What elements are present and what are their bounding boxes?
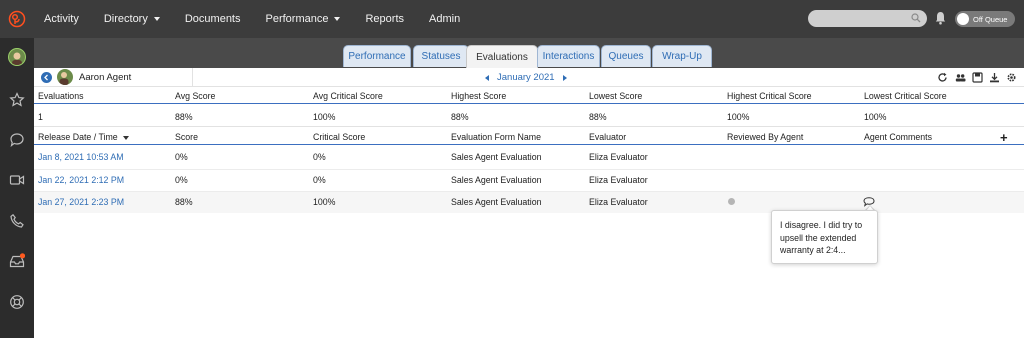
settings-icon[interactable]	[1006, 72, 1017, 83]
summary-value-highest-critical-score: 100%	[727, 112, 750, 122]
tab-statuses[interactable]: Statuses	[413, 45, 469, 67]
refresh-icon[interactable]	[937, 72, 948, 83]
nav-reports[interactable]: Reports	[365, 13, 404, 25]
summary-header-lowest-critical-score[interactable]: Lowest Critical Score	[864, 91, 947, 101]
nav-documents[interactable]: Documents	[185, 13, 241, 25]
agent-comment-tooltip: I disagree. I did try to upsell the exte…	[771, 210, 878, 264]
column-header-form-name[interactable]: Evaluation Form Name	[451, 132, 541, 142]
summary-value-highest-score: 88%	[451, 112, 469, 122]
next-month-icon[interactable]	[562, 74, 567, 81]
score-cell: 0%	[175, 175, 188, 185]
queue-status-toggle[interactable]: Off Queue	[955, 11, 1015, 27]
agent-name: Aaron Agent	[79, 72, 132, 83]
tab-performance[interactable]: Performance	[343, 45, 411, 67]
form-name-cell: Sales Agent Evaluation	[451, 175, 542, 185]
evaluator-cell: Eliza Evaluator	[589, 197, 648, 207]
summary-value-lowest-score: 88%	[589, 112, 607, 122]
back-icon[interactable]	[41, 72, 52, 83]
previous-month-icon[interactable]	[485, 74, 489, 81]
tab-interactions[interactable]: Interactions	[537, 45, 600, 67]
inbox-icon[interactable]	[9, 253, 25, 269]
nav-activity[interactable]: Activity	[44, 13, 79, 25]
summary-header-avg-critical-score[interactable]: Avg Critical Score	[313, 91, 383, 101]
column-header-agent-comments[interactable]: Agent Comments	[864, 132, 932, 142]
notification-bell-icon[interactable]	[935, 11, 946, 25]
form-name-cell: Sales Agent Evaluation	[451, 197, 542, 207]
column-header-evaluator[interactable]: Evaluator	[589, 132, 626, 142]
queue-status-label: Off Queue	[973, 14, 1008, 24]
month-navigator: January 2021	[485, 72, 567, 83]
month-label[interactable]: January 2021	[497, 72, 555, 83]
nav-admin[interactable]: Admin	[429, 13, 460, 25]
summary-header-avg-score[interactable]: Avg Score	[175, 91, 215, 101]
column-header-reviewed-by-agent[interactable]: Reviewed By Agent	[727, 132, 803, 142]
summary-header-lowest-score[interactable]: Lowest Score	[589, 91, 642, 101]
score-cell: 88%	[175, 197, 193, 207]
star-icon[interactable]	[9, 92, 25, 108]
summary-value-lowest-critical-score: 100%	[864, 112, 887, 122]
subbar-divider	[192, 68, 193, 87]
column-header-score[interactable]: Score	[175, 132, 198, 142]
chat-icon[interactable]	[9, 132, 25, 148]
summary-value-avg-score: 88%	[175, 112, 193, 122]
sort-descending-icon[interactable]	[122, 135, 129, 140]
users-icon[interactable]	[955, 72, 966, 83]
summary-value-evaluations: 1	[38, 112, 43, 122]
user-avatar[interactable]	[8, 48, 26, 66]
summary-header-evaluations[interactable]: Evaluations	[38, 91, 83, 101]
release-date-link[interactable]: Jan 22, 2021 2:12 PM	[38, 175, 124, 185]
critical-score-cell: 0%	[313, 152, 326, 162]
summary-header-highest-critical-score[interactable]: Highest Critical Score	[727, 91, 812, 101]
top-navigation-bar: Activity Directory Documents Performance…	[0, 0, 1024, 38]
critical-score-cell: 0%	[313, 175, 326, 185]
column-header-critical-score[interactable]: Critical Score	[313, 132, 365, 142]
add-column-button[interactable]: +	[1000, 130, 1008, 145]
nav-performance[interactable]: Performance	[266, 13, 341, 25]
column-header-label: Release Date / Time	[38, 132, 118, 142]
video-icon[interactable]	[9, 172, 25, 188]
download-icon[interactable]	[989, 72, 1000, 83]
critical-score-cell: 100%	[313, 197, 336, 207]
save-icon[interactable]	[972, 72, 983, 83]
column-header-release-date[interactable]: Release Date / Time	[38, 132, 129, 142]
evaluator-cell: Eliza Evaluator	[589, 175, 648, 185]
search-icon	[911, 13, 921, 23]
main-nav: Activity Directory Documents Performance…	[44, 0, 485, 38]
left-sidebar	[0, 38, 34, 338]
tab-evaluations[interactable]: Evaluations	[466, 45, 538, 68]
tab-wrap-up[interactable]: Wrap-Up	[652, 45, 712, 67]
summary-value-avg-critical-score: 100%	[313, 112, 336, 122]
reviewed-status-indicator	[728, 198, 735, 205]
evaluator-cell: Eliza Evaluator	[589, 152, 648, 162]
chevron-down-icon	[153, 17, 160, 21]
toggle-knob	[957, 13, 969, 25]
release-date-link[interactable]: Jan 27, 2021 2:23 PM	[38, 197, 124, 207]
tab-queues[interactable]: Queues	[601, 45, 651, 67]
search-input[interactable]	[808, 10, 927, 27]
phone-icon[interactable]	[9, 213, 25, 229]
nav-directory[interactable]: Directory	[104, 13, 160, 25]
chevron-down-icon	[334, 17, 341, 21]
app-logo-icon[interactable]	[0, 0, 34, 38]
form-name-cell: Sales Agent Evaluation	[451, 152, 542, 162]
score-cell: 0%	[175, 152, 188, 162]
agent-avatar	[57, 69, 73, 85]
help-icon[interactable]	[9, 294, 25, 310]
release-date-link[interactable]: Jan 8, 2021 10:53 AM	[38, 152, 124, 162]
summary-header-highest-score[interactable]: Highest Score	[451, 91, 506, 101]
